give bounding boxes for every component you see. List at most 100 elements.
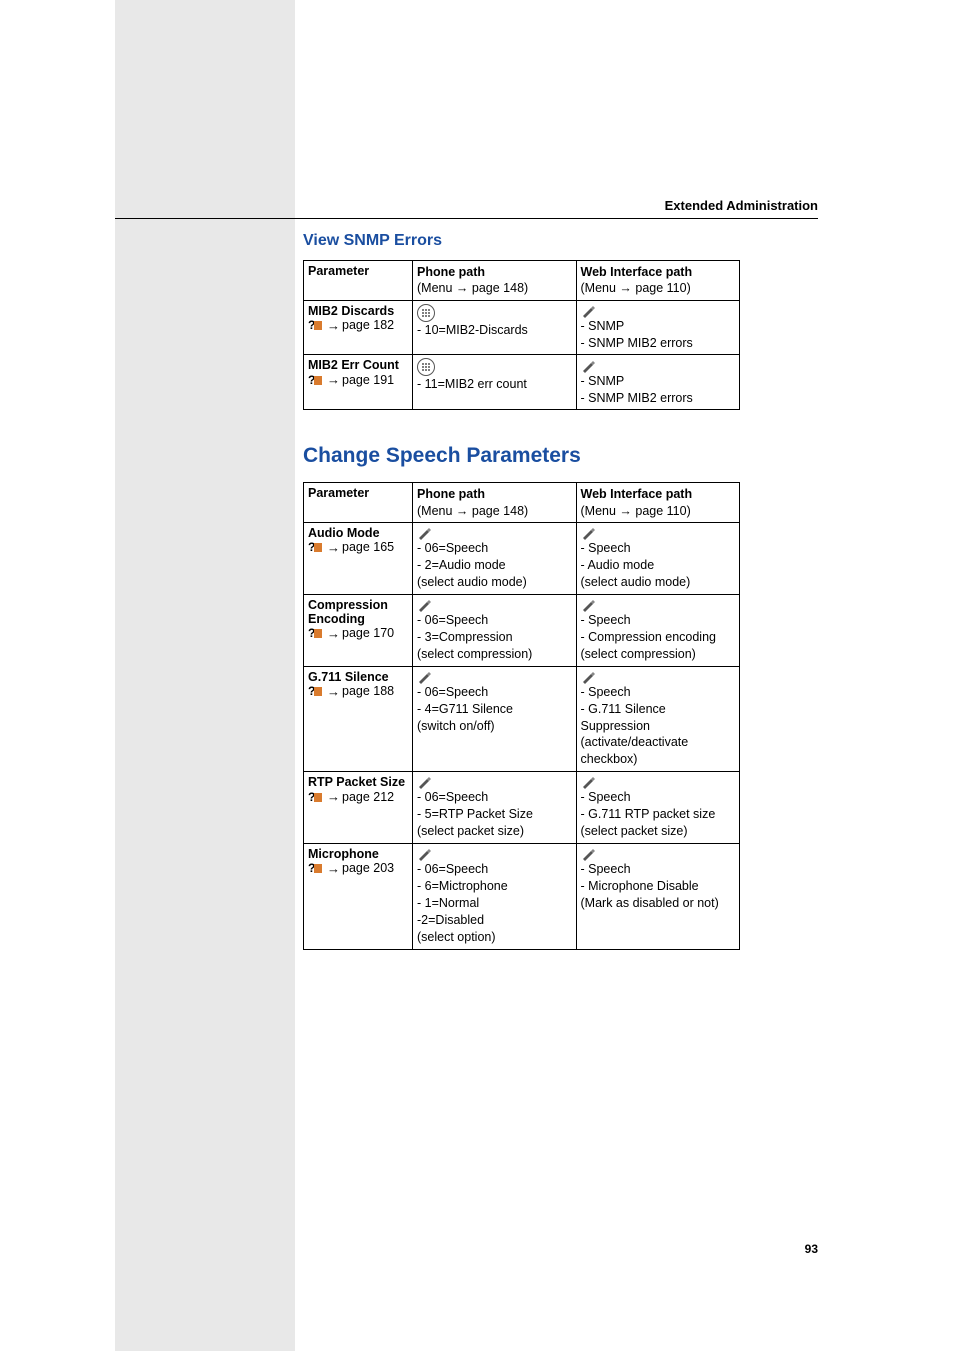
phone-line: (select packet size)	[417, 823, 572, 840]
pen-icon	[581, 305, 597, 318]
web-path-cell: - Speech - G.711 RTP packet size (select…	[576, 772, 740, 844]
web-line: (Mark as disabled or not)	[581, 895, 736, 912]
page-ref: page 165	[342, 540, 394, 554]
param-name: G.711 Silence	[308, 670, 389, 684]
phone-line: -2=Disabled	[417, 912, 572, 929]
param-name-l2: Encoding	[308, 612, 365, 626]
col-header-phone-path: Phone path (Menu → page 148)	[413, 261, 577, 301]
table-header-row: Parameter Phone path (Menu → page 148) W…	[304, 261, 740, 301]
param-cell: MIB2 Err Count ? → page 191	[304, 355, 413, 410]
param-page-link[interactable]: ? → page 165	[308, 540, 394, 555]
param-page-link[interactable]: ? → page 212	[308, 789, 394, 804]
phone-line: - 11=MIB2 err count	[417, 376, 572, 393]
col-header-web-l2: (Menu → page 110)	[581, 280, 736, 296]
phone-line: (select option)	[417, 929, 572, 946]
col-header-web-l1: Web Interface path	[581, 486, 736, 502]
pen-icon	[581, 848, 597, 861]
phone-line: - 3=Compression	[417, 629, 572, 646]
web-path-cell: - Speech - Compression encoding (select …	[576, 594, 740, 666]
phone-path-cell: - 06=Speech - 5=RTP Packet Size (select …	[413, 772, 577, 844]
page-header-title: Extended Administration	[665, 198, 818, 213]
param-name: Audio Mode	[308, 526, 380, 540]
phone-path-cell: - 06=Speech - 2=Audio mode (select audio…	[413, 522, 577, 594]
keypad-icon	[417, 304, 435, 322]
phone-line: (switch on/off)	[417, 718, 572, 735]
help-icon: ?	[308, 790, 323, 804]
table-row: MIB2 Discards ? → page 182 - 10=MIB2-Dis…	[304, 300, 740, 355]
pen-icon	[581, 671, 597, 684]
phone-line: - 06=Speech	[417, 540, 572, 557]
phone-line: - 06=Speech	[417, 612, 572, 629]
web-line: - G.711 RTP packet size	[581, 806, 736, 823]
page-ref: page 191	[342, 373, 394, 387]
arrow-icon: →	[327, 540, 340, 555]
col-header-web-path: Web Interface path (Menu → page 110)	[576, 483, 740, 523]
web-path-cell: - SNMP - SNMP MIB2 errors	[576, 300, 740, 355]
web-path-cell: - Speech - Microphone Disable (Mark as d…	[576, 843, 740, 949]
table-row: Compression Encoding ? → page 170 - 06=S…	[304, 594, 740, 666]
param-cell: Microphone ? → page 203	[304, 843, 413, 949]
pen-icon	[417, 527, 433, 540]
left-sidebar	[115, 0, 295, 1351]
section-title-speech: Change Speech Parameters	[303, 444, 740, 468]
phone-path-cell: - 11=MIB2 err count	[413, 355, 577, 410]
phone-line: - 06=Speech	[417, 789, 572, 806]
page-number: 93	[805, 1242, 818, 1256]
phone-line: - 06=Speech	[417, 684, 572, 701]
menu-prefix: (Menu	[417, 281, 456, 295]
web-line: - Speech	[581, 612, 736, 629]
phone-path-cell: - 10=MIB2-Discards	[413, 300, 577, 355]
pen-icon	[581, 776, 597, 789]
col-header-phone-l2: (Menu → page 148)	[417, 280, 572, 296]
pen-icon	[417, 671, 433, 684]
phone-line: - 2=Audio mode	[417, 557, 572, 574]
web-line: (select packet size)	[581, 823, 736, 840]
arrow-icon: →	[327, 789, 340, 804]
param-cell: Compression Encoding ? → page 170	[304, 594, 413, 666]
page-ref: page 188	[342, 684, 394, 698]
param-page-link[interactable]: ? → page 188	[308, 684, 394, 699]
web-line: - SNMP MIB2 errors	[581, 335, 736, 352]
menu-suffix: page 148)	[468, 281, 528, 295]
table-row: Microphone ? → page 203 - 06=Speech - 6=…	[304, 843, 740, 949]
menu-suffix: page 110)	[632, 281, 691, 295]
col-header-parameter: Parameter	[304, 261, 413, 301]
param-page-link[interactable]: ? → page 182	[308, 318, 394, 333]
page-ref: page 182	[342, 318, 394, 332]
table-row: G.711 Silence ? → page 188 - 06=Speech -…	[304, 666, 740, 772]
pen-icon	[581, 599, 597, 612]
param-name: MIB2 Err Count	[308, 358, 399, 372]
phone-line: - 4=G711 Silence	[417, 701, 572, 718]
arrow-icon: →	[327, 372, 340, 387]
pen-icon	[581, 360, 597, 373]
param-cell: Audio Mode ? → page 165	[304, 522, 413, 594]
table-row: MIB2 Err Count ? → page 191 - 11=MIB2 er…	[304, 355, 740, 410]
web-line: - G.711 Silence Suppression	[581, 701, 736, 735]
col-header-web-l1: Web Interface path	[581, 264, 736, 280]
web-path-cell: - Speech - G.711 Silence Suppression (ac…	[576, 666, 740, 772]
col-header-phone-l1: Phone path	[417, 486, 572, 502]
param-page-link[interactable]: ? → page 203	[308, 861, 394, 876]
web-line: - Speech	[581, 789, 736, 806]
web-line: (activate/deactivate checkbox)	[581, 734, 736, 768]
web-line: - Audio mode	[581, 557, 736, 574]
table-row: RTP Packet Size ? → page 212 - 06=Speech…	[304, 772, 740, 844]
param-cell: RTP Packet Size ? → page 212	[304, 772, 413, 844]
phone-line: - 6=Mictrophone	[417, 878, 572, 895]
arrow-icon: →	[456, 281, 469, 295]
page-ref: page 170	[342, 626, 394, 640]
param-name: Compression	[308, 598, 388, 612]
web-line: - SNMP	[581, 373, 736, 390]
menu-suffix: page 110)	[632, 504, 691, 518]
param-page-link[interactable]: ? → page 170	[308, 626, 394, 641]
arrow-icon: →	[327, 684, 340, 699]
web-line: (select audio mode)	[581, 574, 736, 591]
param-page-link[interactable]: ? → page 191	[308, 372, 394, 387]
section-title-snmp: View SNMP Errors	[303, 232, 740, 250]
phone-line: (select audio mode)	[417, 574, 572, 591]
phone-line: - 10=MIB2-Discards	[417, 322, 572, 339]
arrow-icon: →	[619, 504, 632, 518]
page-ref: page 212	[342, 790, 394, 804]
arrow-icon: →	[327, 861, 340, 876]
phone-path-cell: - 06=Speech - 6=Mictrophone - 1=Normal -…	[413, 843, 577, 949]
